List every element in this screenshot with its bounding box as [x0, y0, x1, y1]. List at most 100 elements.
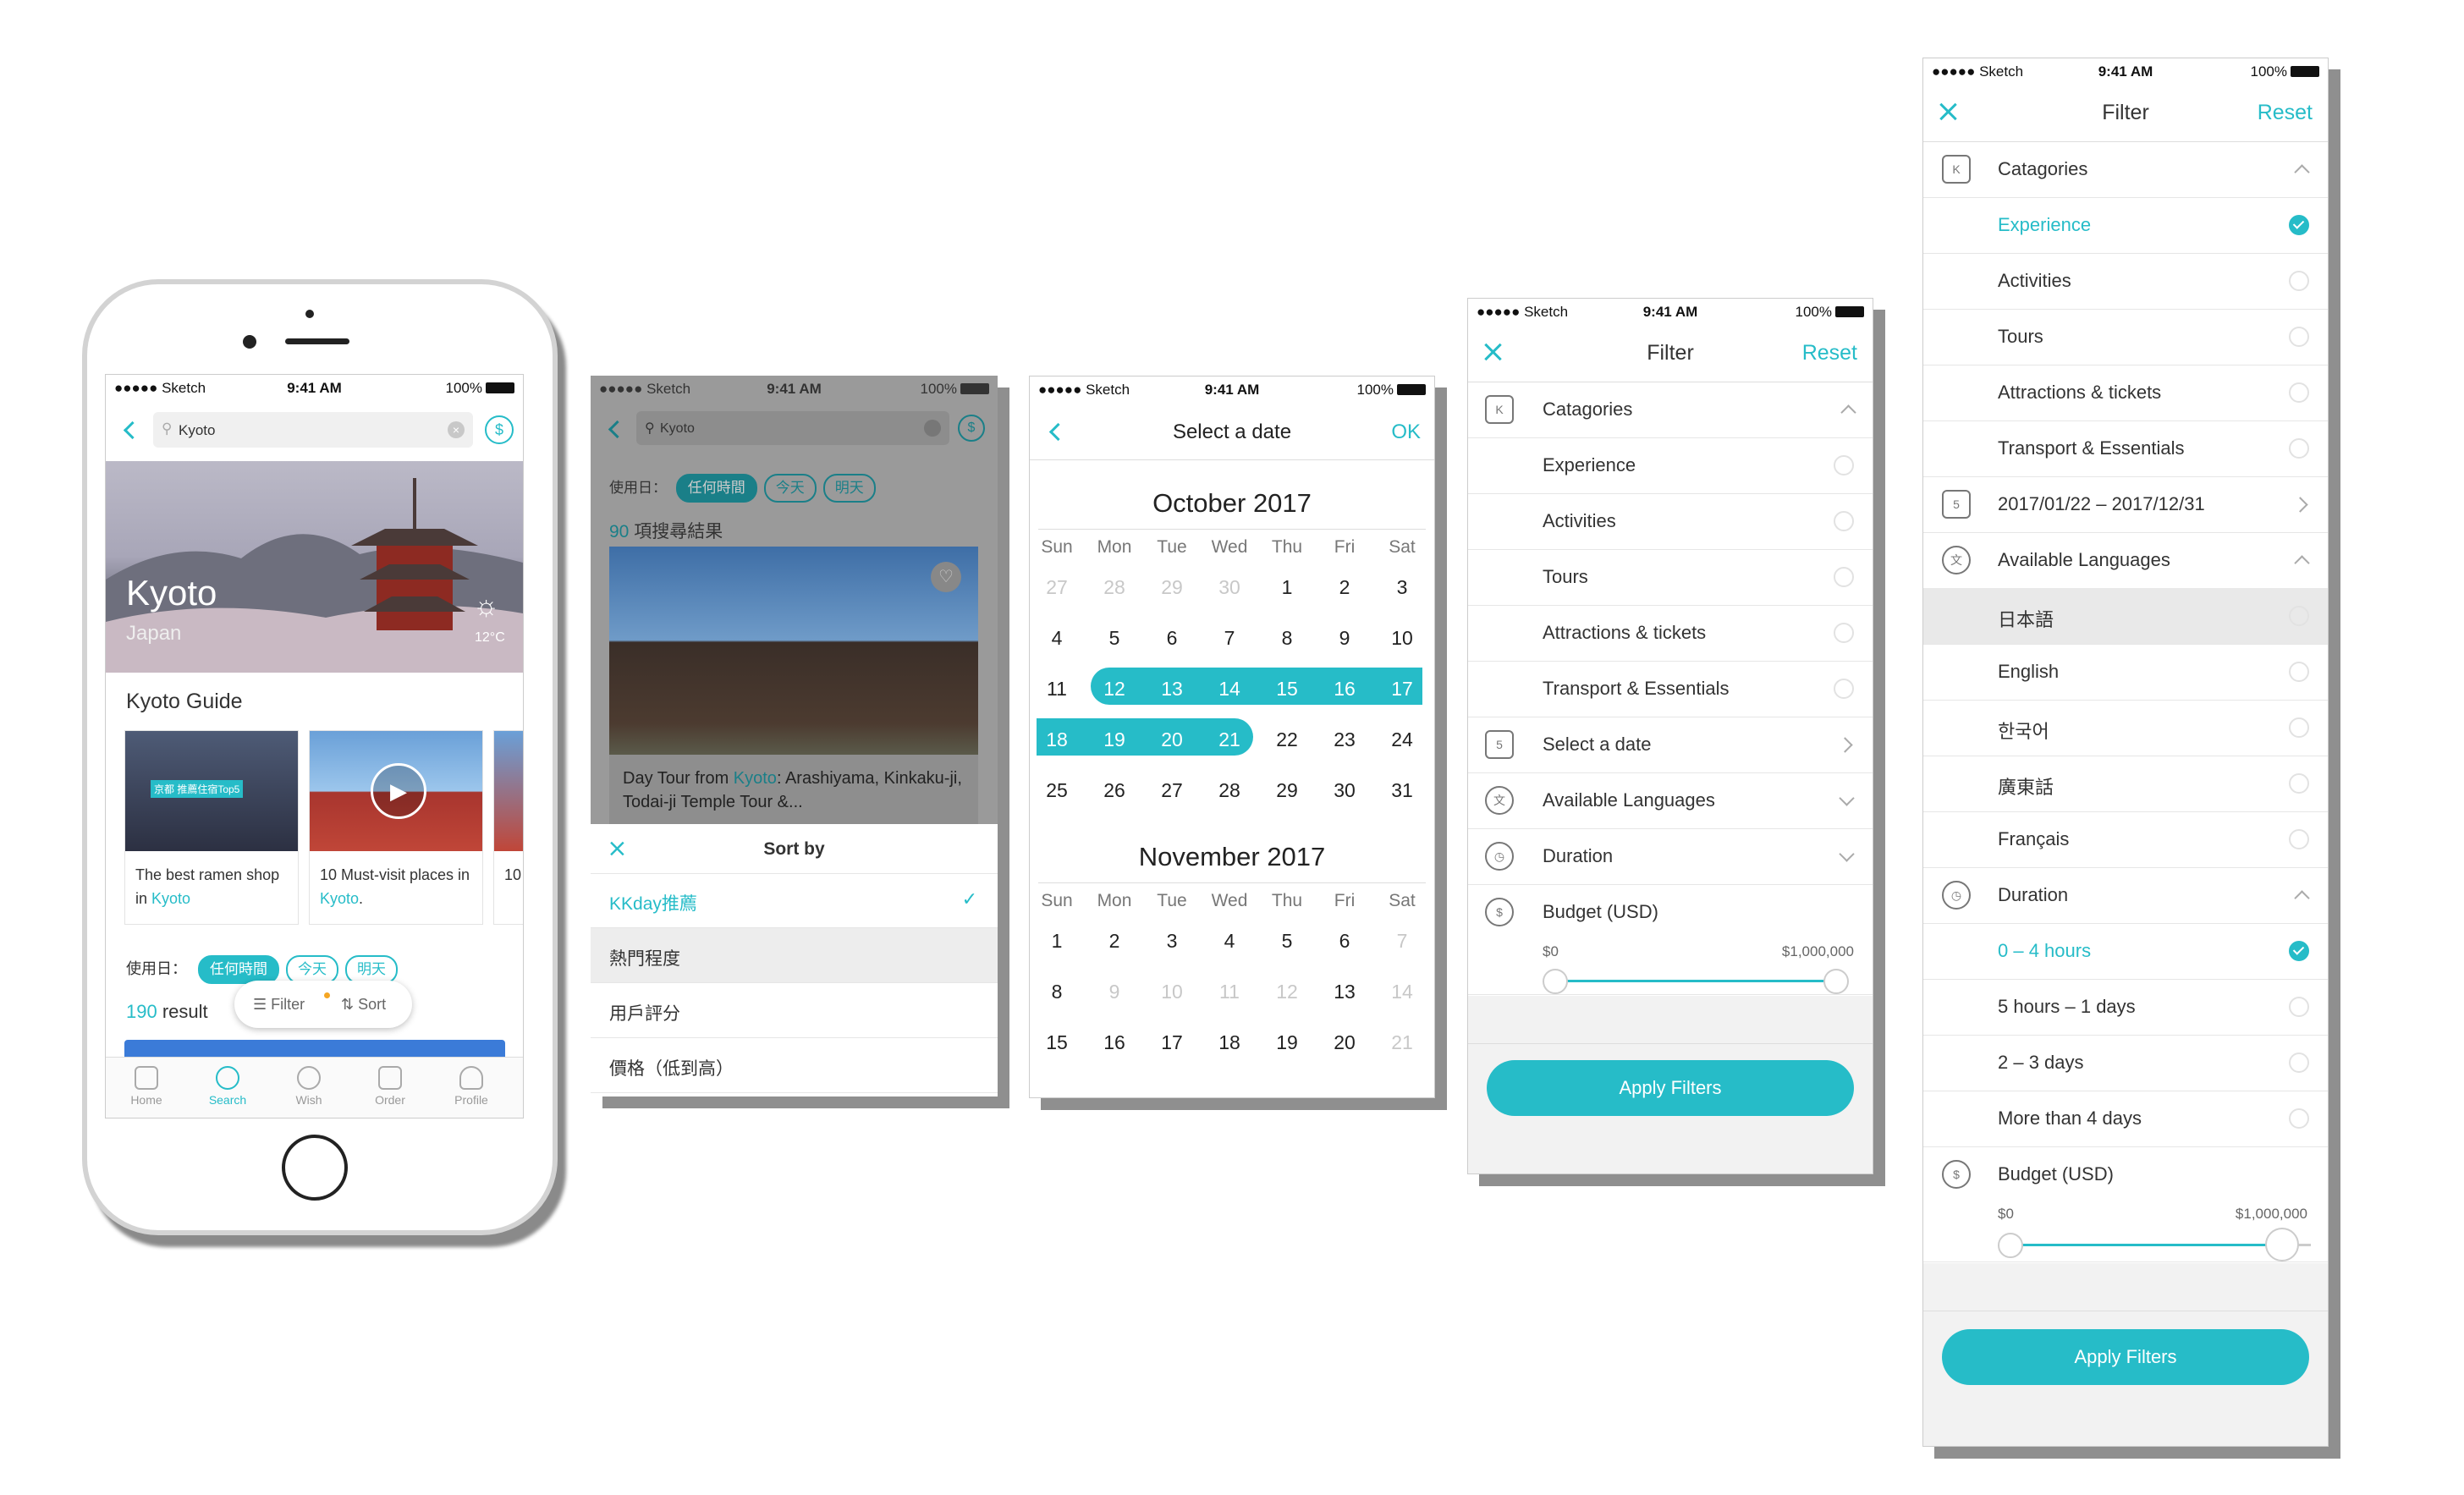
currency-icon[interactable]: $ [958, 415, 985, 442]
duration-more-than-4-days[interactable]: More than 4 days [1923, 1091, 2328, 1147]
guide-card-link[interactable]: Kyoto [320, 890, 359, 907]
duration-0-4-hours[interactable]: 0 – 4 hours [1923, 923, 2328, 980]
day-cell[interactable]: 4 [1209, 930, 1250, 953]
radio-icon[interactable] [1834, 679, 1854, 699]
radio-icon[interactable] [2289, 662, 2309, 682]
budget-slider-track[interactable] [2010, 1244, 2291, 1246]
radio-icon[interactable] [2289, 829, 2309, 849]
back-icon[interactable] [608, 420, 627, 439]
tab-home[interactable]: Home [121, 1066, 172, 1107]
language-japanese[interactable]: 日本語 [1923, 588, 2328, 645]
day-cell[interactable]: 10 [1382, 627, 1422, 650]
chip-today[interactable]: 今天 [763, 474, 817, 503]
radio-icon[interactable] [2289, 606, 2309, 626]
day-cell[interactable]: 11 [1209, 981, 1250, 1003]
day-cell[interactable]: 14 [1382, 981, 1422, 1003]
language-cantonese[interactable]: 廣東話 [1923, 756, 2328, 812]
day-cell[interactable]: 6 [1152, 627, 1192, 650]
tab-order[interactable]: Order [365, 1066, 415, 1107]
day-cell[interactable]: 21 [1382, 1031, 1422, 1054]
day-cell[interactable]: 30 [1209, 576, 1250, 599]
tab-profile[interactable]: Profile [446, 1066, 497, 1107]
day-cell[interactable]: 2 [1324, 576, 1365, 599]
chip-today[interactable]: 今天 [286, 955, 339, 984]
day-cell[interactable]: 19 [1267, 1031, 1307, 1054]
languages-section[interactable]: 文 Available Languages [1923, 532, 2328, 589]
select-date-row[interactable]: 5 Select a date [1468, 717, 1873, 773]
apply-filters-button[interactable]: Apply Filters [1942, 1329, 2309, 1385]
day-cell[interactable]: 16 [1324, 678, 1365, 701]
day-cell[interactable]: 9 [1324, 627, 1365, 650]
duration-5-hours-1-day[interactable]: 5 hours – 1 days [1923, 979, 2328, 1036]
reset-button[interactable]: Reset [2258, 101, 2313, 125]
day-cell[interactable]: 14 [1209, 678, 1250, 701]
day-cell[interactable]: 9 [1094, 981, 1135, 1003]
result-card-peek[interactable] [124, 1040, 505, 1057]
category-attractions[interactable]: Attractions & tickets [1468, 605, 1873, 662]
duration-section[interactable]: ◷ Duration [1923, 867, 2328, 924]
checked-icon[interactable] [2289, 215, 2309, 235]
sort-option-recommended[interactable]: KKday推薦 ✓ [591, 873, 998, 928]
radio-icon[interactable] [2289, 382, 2309, 403]
day-cell[interactable]: 13 [1152, 678, 1192, 701]
radio-icon[interactable] [1834, 623, 1854, 643]
home-button[interactable] [282, 1135, 348, 1201]
day-cell[interactable]: 8 [1037, 981, 1077, 1003]
radio-icon[interactable] [2289, 271, 2309, 291]
category-tours[interactable]: Tours [1923, 309, 2328, 366]
day-cell[interactable]: 28 [1209, 779, 1250, 802]
language-english[interactable]: English [1923, 644, 2328, 701]
duration-2-3-days[interactable]: 2 – 3 days [1923, 1035, 2328, 1091]
categories-section[interactable]: K Catagories [1923, 141, 2328, 198]
sort-option-popularity[interactable]: 熱門程度 [591, 928, 998, 983]
day-cell[interactable]: 12 [1267, 981, 1307, 1003]
guide-card[interactable]: 10 [493, 730, 523, 925]
day-cell[interactable]: 15 [1267, 678, 1307, 701]
day-cell[interactable]: 2 [1094, 930, 1135, 953]
sort-option-rating[interactable]: 用戶評分 [591, 983, 998, 1038]
tab-wish[interactable]: Wish [283, 1066, 334, 1107]
day-cell[interactable]: 10 [1152, 981, 1192, 1003]
day-cell[interactable]: 1 [1267, 576, 1307, 599]
day-cell[interactable]: 1 [1037, 930, 1077, 953]
heart-icon[interactable]: ♡ [931, 562, 961, 592]
radio-icon[interactable] [1834, 511, 1854, 531]
sort-option-price[interactable]: 價格（低到高） [591, 1038, 998, 1093]
category-transport[interactable]: Transport & Essentials [1923, 420, 2328, 477]
reset-button[interactable]: Reset [1802, 341, 1857, 366]
radio-icon[interactable] [2289, 773, 2309, 794]
radio-icon[interactable] [1834, 455, 1854, 475]
search-field[interactable]: ⚲ Kyoto [636, 411, 949, 445]
day-cell[interactable]: 31 [1382, 779, 1422, 802]
day-cell[interactable]: 16 [1094, 1031, 1135, 1054]
day-cell[interactable]: 23 [1324, 728, 1365, 751]
category-transport[interactable]: Transport & Essentials [1468, 661, 1873, 717]
day-cell[interactable]: 12 [1094, 678, 1135, 701]
day-cell[interactable]: 8 [1267, 627, 1307, 650]
day-cell[interactable]: 26 [1094, 779, 1135, 802]
day-cell[interactable]: 7 [1382, 930, 1422, 953]
day-cell[interactable]: 5 [1094, 627, 1135, 650]
day-cell[interactable]: 18 [1209, 1031, 1250, 1054]
apply-filters-button[interactable]: Apply Filters [1487, 1060, 1854, 1116]
category-activities[interactable]: Activities [1468, 493, 1873, 550]
day-cell[interactable]: 24 [1382, 728, 1422, 751]
currency-icon[interactable]: $ [485, 415, 514, 444]
day-cell[interactable]: 29 [1267, 779, 1307, 802]
budget-slider-track[interactable] [1554, 980, 1834, 982]
radio-icon[interactable] [2289, 717, 2309, 738]
clear-icon[interactable]: × [448, 421, 465, 438]
radio-icon[interactable] [2289, 1108, 2309, 1129]
day-cell[interactable]: 19 [1094, 728, 1135, 751]
language-korean[interactable]: 한국어 [1923, 700, 2328, 756]
day-cell[interactable]: 11 [1037, 678, 1077, 701]
slider-handle-max[interactable] [2265, 1228, 2299, 1261]
day-cell[interactable]: 20 [1324, 1031, 1365, 1054]
back-icon[interactable] [123, 420, 142, 440]
day-cell[interactable]: 30 [1324, 779, 1365, 802]
day-cell[interactable]: 17 [1152, 1031, 1192, 1054]
result-card[interactable]: ♡ Day Tour from Kyoto: Arashiyama, Kinka… [609, 547, 978, 824]
radio-icon[interactable] [2289, 327, 2309, 347]
day-cell[interactable]: 20 [1152, 728, 1192, 751]
day-cell[interactable]: 27 [1037, 576, 1077, 599]
